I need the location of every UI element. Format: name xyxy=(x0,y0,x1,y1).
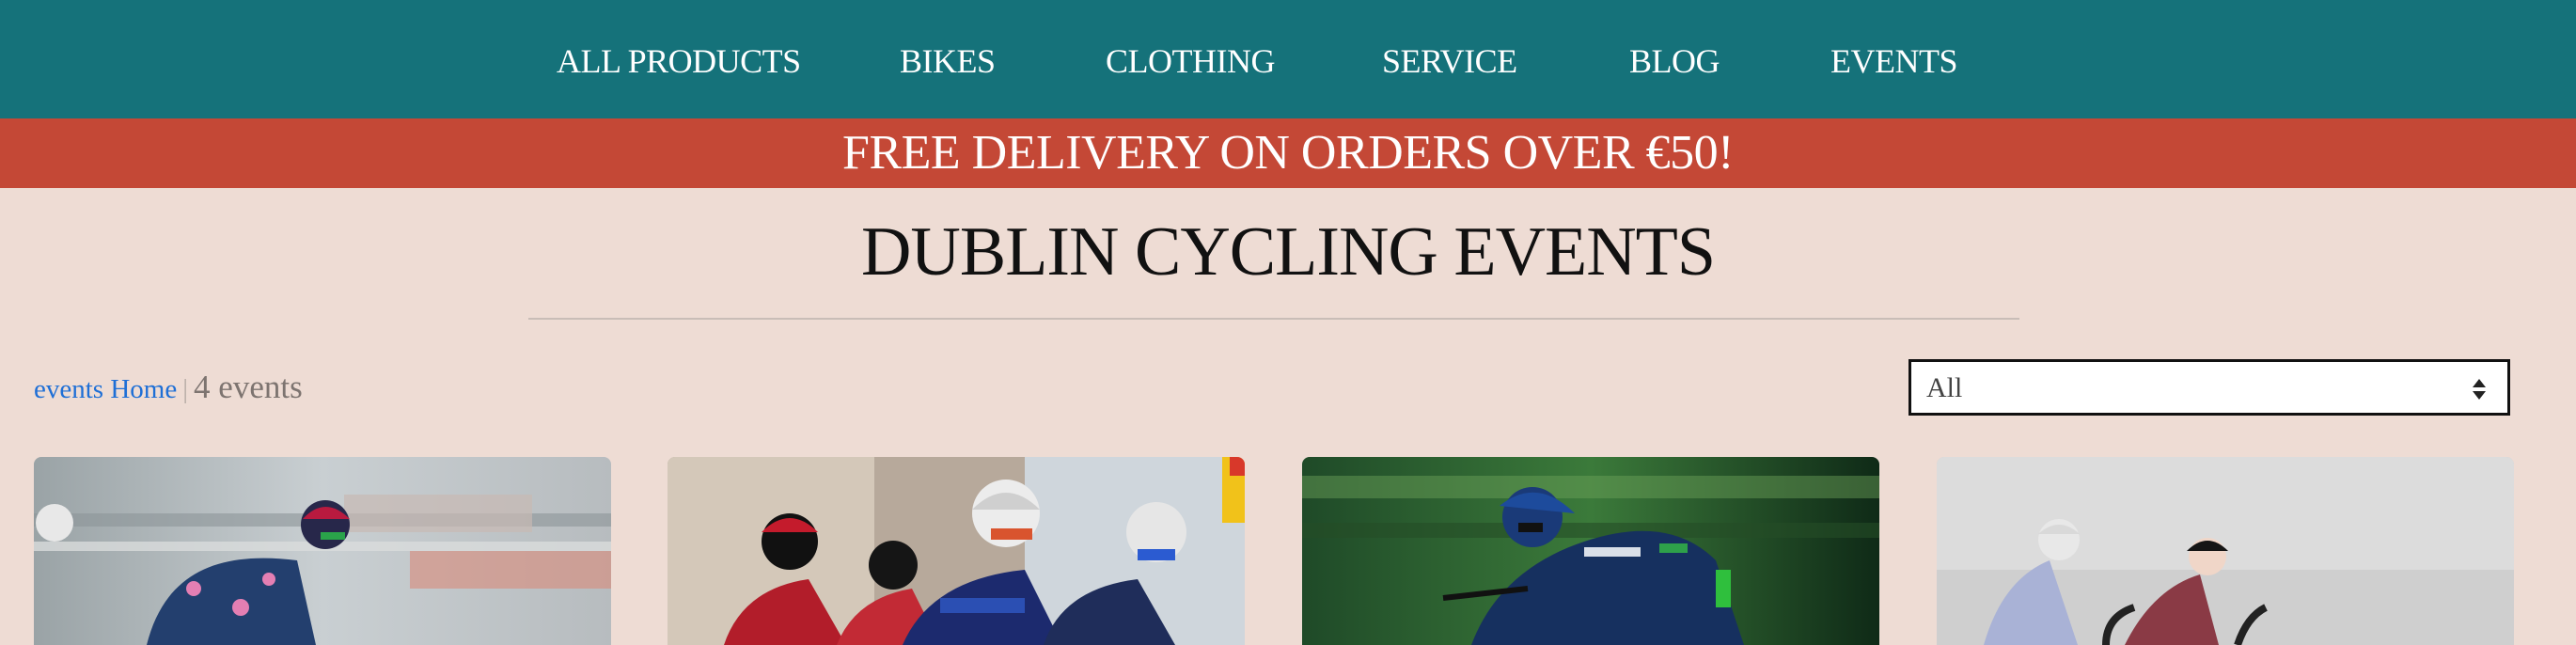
event-photo xyxy=(34,457,611,645)
promo-banner: FREE DELIVERY ON ORDERS OVER €50! xyxy=(0,118,2576,188)
events-home-link[interactable]: events Home xyxy=(34,374,177,404)
top-navigation: ALL PRODUCTS BIKES CLOTHING SERVICE BLOG… xyxy=(0,0,2576,118)
breadcrumb: events Home | 4 events xyxy=(34,369,303,406)
nav-item-all-products[interactable]: ALL PRODUCTS xyxy=(557,41,801,81)
nav-item-clothing[interactable]: CLOTHING xyxy=(1106,41,1275,81)
event-photo xyxy=(668,457,1245,645)
breadcrumb-separator: | xyxy=(182,374,189,404)
event-card-image[interactable] xyxy=(1302,457,1879,645)
event-photo xyxy=(1302,457,1879,645)
nav-item-events[interactable]: EVENTS xyxy=(1830,41,1958,81)
sort-arrows-icon xyxy=(2473,379,2486,400)
event-filter-value: All xyxy=(1926,372,1963,403)
event-card-image[interactable] xyxy=(1937,457,2514,645)
nav-item-bikes[interactable]: BIKES xyxy=(900,41,996,81)
event-count: 4 events xyxy=(194,369,303,405)
event-card-image[interactable] xyxy=(668,457,1245,645)
page-title: DUBLIN CYCLING EVENTS xyxy=(860,213,1716,291)
nav-item-service[interactable]: SERVICE xyxy=(1382,41,1517,81)
event-filter-select[interactable]: All xyxy=(1908,359,2510,416)
event-photo xyxy=(1937,457,2514,645)
event-card-image[interactable] xyxy=(34,457,611,645)
nav-item-blog[interactable]: BLOG xyxy=(1629,41,1720,81)
title-divider xyxy=(528,318,2019,320)
